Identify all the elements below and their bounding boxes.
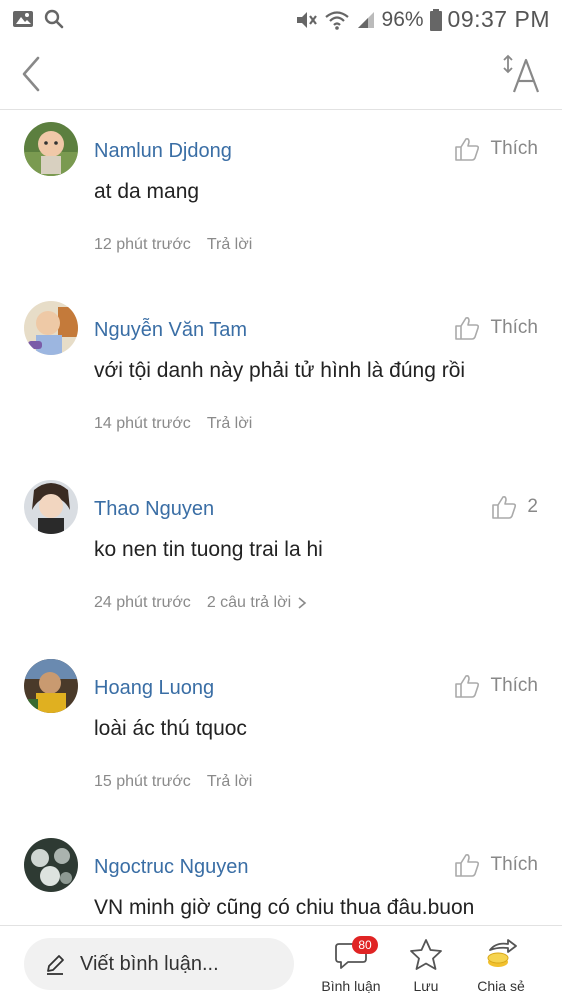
mute-icon — [296, 11, 317, 28]
comment-count-badge: 80 — [352, 936, 378, 954]
comment-text: với tội danh này phải tử hình là đúng rồ… — [94, 359, 466, 382]
like-label: Thích — [490, 854, 538, 875]
font-size-icon — [503, 54, 540, 93]
comment-item: Nguyễn Văn Tam Thích với tội danh này ph… — [0, 295, 562, 473]
clock: 09:37 PM — [447, 6, 550, 32]
back-button[interactable] — [16, 54, 52, 94]
reply-button[interactable]: Trả lời — [207, 773, 252, 791]
comment-item: Namlun Djdong Thích at da mang 12 phút t… — [0, 116, 562, 294]
avatar[interactable] — [24, 122, 78, 176]
view-replies-button[interactable]: 2 câu trả lời — [207, 594, 307, 612]
pencil-icon — [47, 955, 64, 975]
comment-text: ko nen tin tuong trai la hi — [94, 538, 323, 561]
like-button[interactable]: 2 — [491, 494, 538, 520]
like-label: Thích — [490, 675, 538, 696]
comment-list: Namlun Djdong Thích at da mang 12 phút t… — [0, 110, 562, 925]
battery-icon — [429, 8, 442, 31]
comment-time: 12 phút trước — [94, 236, 191, 253]
write-comment-input[interactable]: Viết bình luận... — [24, 938, 294, 990]
gallery-icon — [13, 11, 33, 27]
comment-item: Hoang Luong Thích loài ác thú tquoc 15 p… — [0, 653, 562, 831]
like-button[interactable]: Thích — [454, 136, 538, 162]
avatar[interactable] — [24, 301, 78, 355]
like-button[interactable]: Thích — [454, 852, 538, 878]
thumbs-up-icon — [455, 138, 480, 161]
font-size-button[interactable] — [502, 52, 542, 96]
thumbs-up-icon — [455, 675, 480, 698]
like-label: Thích — [490, 138, 538, 159]
comment-item: Ngoctruc Nguyen Thích VN minh giờ cũng c… — [0, 832, 562, 925]
chevron-left-icon — [22, 56, 40, 92]
status-bar: 96% 09:37 PM — [0, 0, 562, 40]
comment-author[interactable]: Thao Nguyen — [94, 498, 214, 521]
like-button[interactable]: Thích — [454, 315, 538, 341]
thumbs-up-icon — [492, 496, 517, 519]
avatar[interactable] — [24, 659, 78, 713]
bottom-bar: Viết bình luận... 80 Bình luận Lưu Chia … — [0, 925, 562, 1000]
battery-percentage: 96% — [381, 7, 424, 31]
write-comment-placeholder: Viết bình luận... — [80, 952, 219, 975]
comment-text: VN minh giờ cũng có chiu thua đâu.buon — [94, 896, 475, 919]
save-button[interactable]: Lưu — [391, 934, 461, 996]
like-label: Thích — [490, 317, 538, 338]
avatar[interactable] — [24, 480, 78, 534]
thumbs-up-icon — [455, 854, 480, 877]
signal-icon — [357, 11, 374, 28]
share-button[interactable]: Chia sẻ — [466, 934, 536, 996]
avatar[interactable] — [24, 838, 78, 892]
star-icon — [410, 939, 442, 970]
reply-count-label: 2 câu trả lời — [206, 594, 292, 611]
chevron-right-icon — [298, 597, 307, 609]
comment-time: 15 phút trước — [94, 773, 191, 790]
share-icon — [487, 939, 517, 967]
comment-time: 14 phút trước — [94, 415, 191, 432]
like-count: 2 — [527, 496, 538, 517]
share-label: Chia sẻ — [477, 978, 525, 994]
like-button[interactable]: Thích — [454, 673, 538, 699]
comment-author[interactable]: Nguyễn Văn Tam — [94, 319, 247, 342]
comment-time: 24 phút trước — [94, 594, 191, 611]
reply-button[interactable]: Trả lời — [207, 415, 252, 433]
search-icon — [44, 9, 64, 29]
comment-item: Thao Nguyen 2 ko nen tin tuong trai la h… — [0, 474, 562, 652]
reply-button[interactable]: Trả lời — [207, 236, 252, 254]
comment-text: loài ác thú tquoc — [94, 717, 247, 740]
header — [0, 40, 562, 110]
comments-label: Bình luận — [321, 978, 381, 994]
comment-author[interactable]: Hoang Luong — [94, 677, 214, 700]
thumbs-up-icon — [455, 317, 480, 340]
comments-button[interactable]: 80 Bình luận — [316, 934, 386, 996]
comment-text: at da mang — [94, 180, 200, 203]
save-label: Lưu — [413, 978, 439, 994]
comment-author[interactable]: Namlun Djdong — [94, 140, 232, 163]
wifi-icon — [324, 10, 349, 30]
comment-author[interactable]: Ngoctruc Nguyen — [94, 856, 249, 879]
